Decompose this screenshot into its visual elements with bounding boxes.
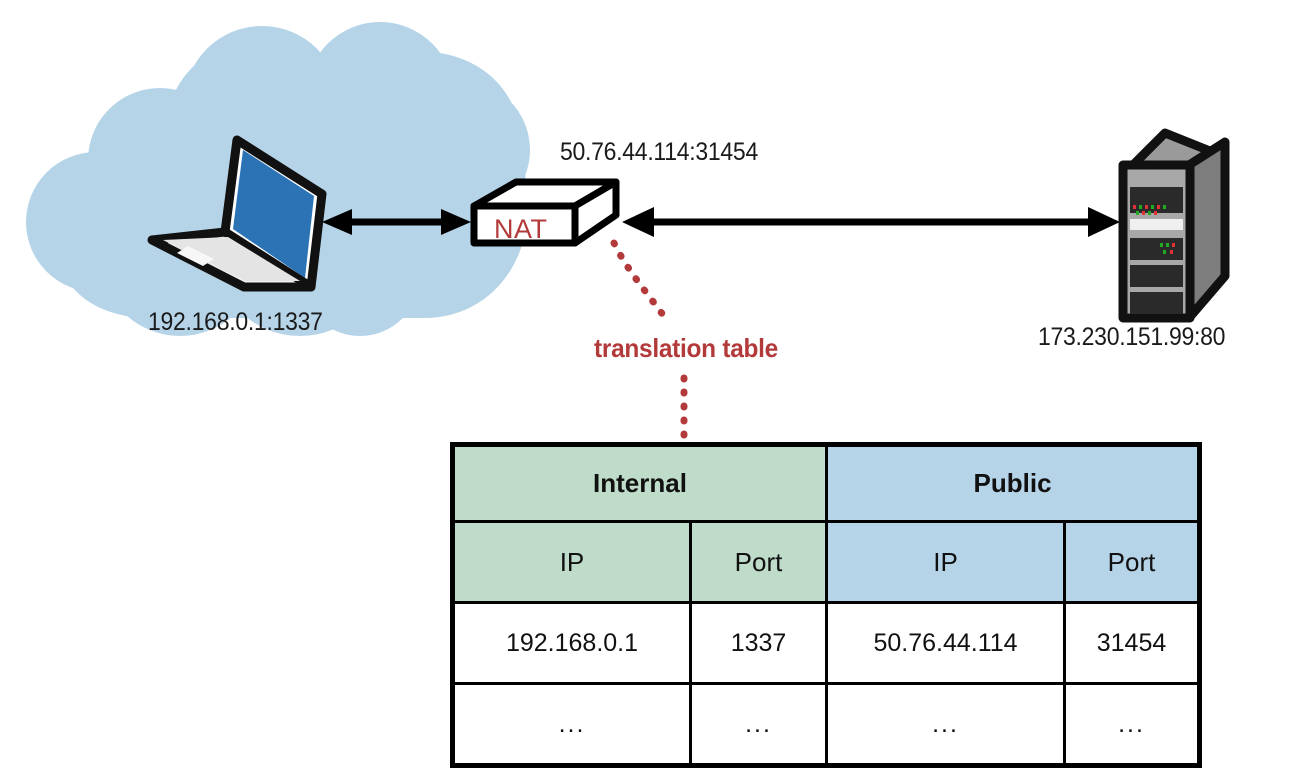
- table-col-public-port: Port: [1063, 520, 1202, 604]
- cell-internal-ip: 192.168.0.1: [451, 601, 692, 685]
- cell-internal-ip: ...: [451, 682, 692, 767]
- cell-public-port: 31454: [1063, 601, 1202, 685]
- table-row: ... ... ... ...: [451, 682, 1202, 767]
- server-icon: [1118, 128, 1230, 323]
- table-col-internal-ip: IP: [451, 520, 692, 604]
- table-row: 192.168.0.1 1337 50.76.44.114 31454: [451, 601, 1202, 685]
- table-group-public: Public: [825, 443, 1202, 523]
- table-column-header-row: IP Port IP Port: [451, 520, 1202, 604]
- cell-public-port: ...: [1063, 682, 1202, 767]
- table-col-public-ip: IP: [825, 520, 1067, 604]
- server-address-label: 173.230.151.99:80: [1038, 323, 1226, 351]
- table-group-internal: Internal: [450, 443, 829, 523]
- cell-public-ip: ...: [825, 682, 1067, 767]
- laptop-address-label: 192.168.0.1:1337: [148, 308, 323, 336]
- diagram-canvas: 192.168.0.1:1337 50.76.44.114:31454 173.…: [0, 0, 1294, 778]
- cell-internal-port: 1337: [688, 601, 829, 685]
- cell-internal-port: ...: [688, 682, 829, 767]
- arrow-nat-server: [622, 207, 1120, 237]
- nat-box-label: NAT: [494, 214, 548, 244]
- table-group-header-row: Internal Public: [450, 443, 1202, 523]
- translation-table: Internal Public IP Port IP Port 192.168.…: [450, 442, 1203, 768]
- translation-table-annotation: translation table: [594, 333, 778, 363]
- nat-public-address-label: 50.76.44.114:31454: [560, 138, 758, 166]
- table-col-internal-port: Port: [688, 520, 829, 604]
- cell-public-ip: 50.76.44.114: [825, 601, 1067, 685]
